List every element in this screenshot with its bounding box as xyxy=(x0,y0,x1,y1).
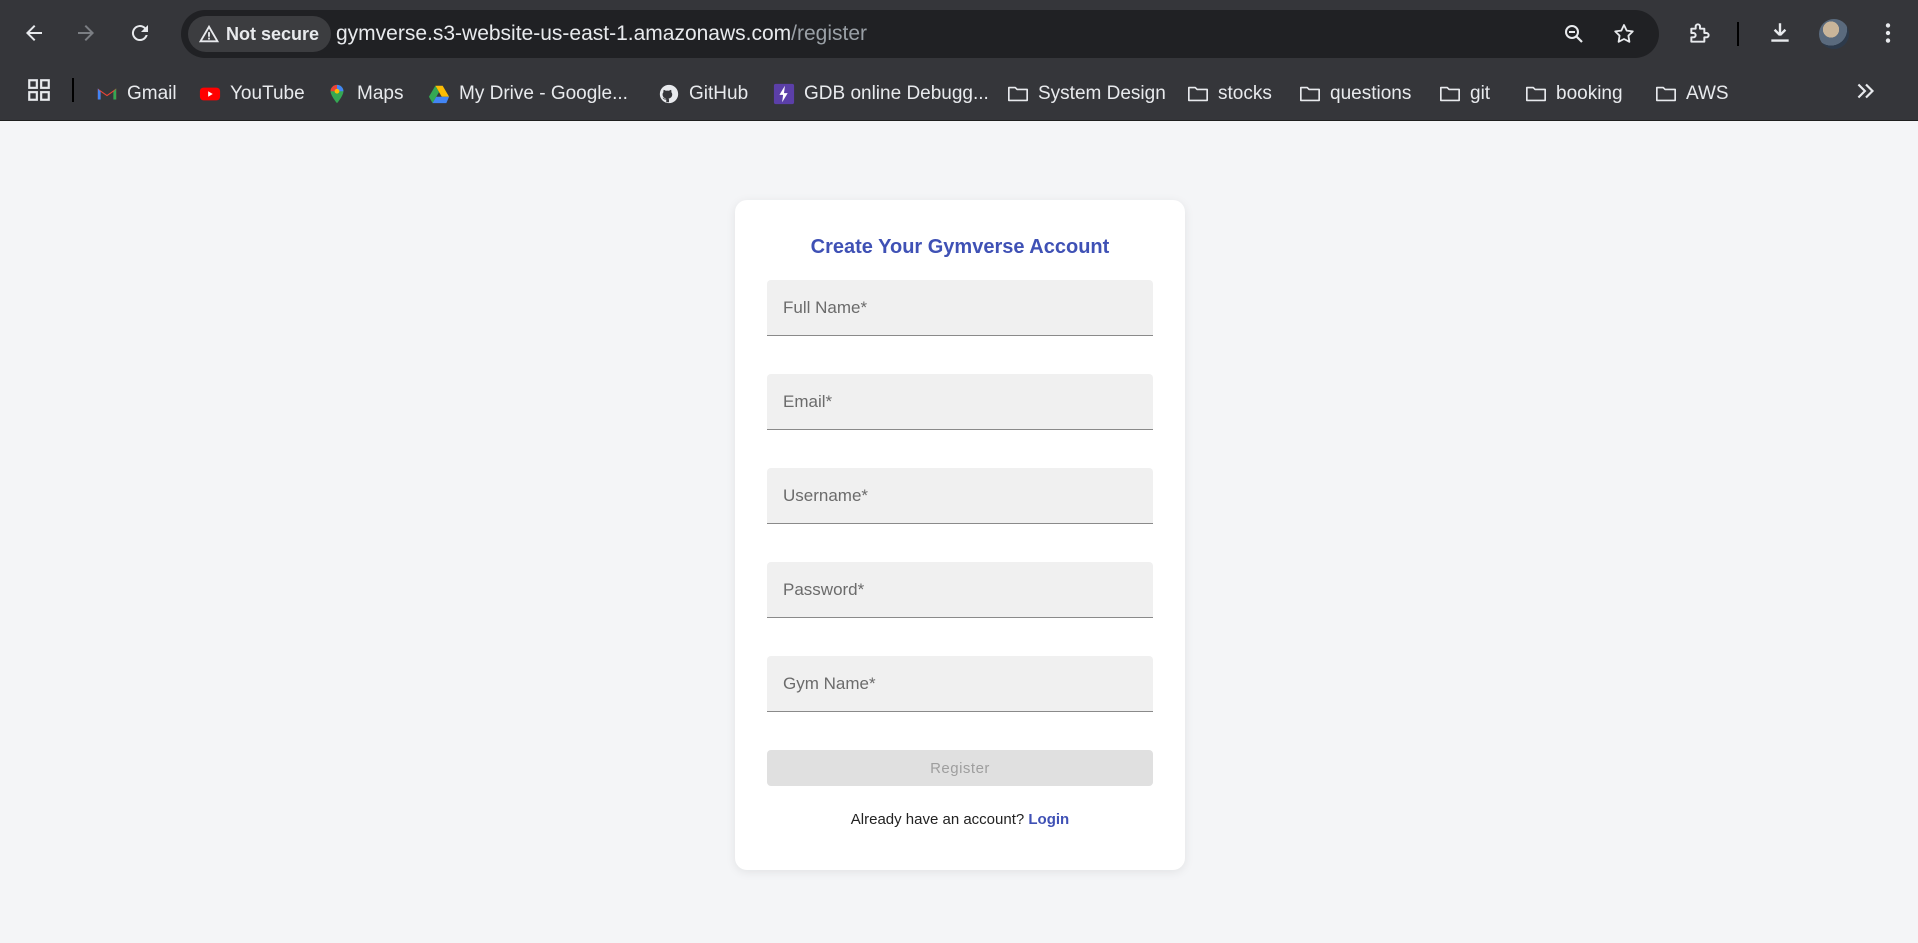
folder-icon xyxy=(1188,86,1208,102)
warning-icon xyxy=(198,24,220,43)
extensions-icon[interactable] xyxy=(1687,20,1713,46)
browser-toolbar: Not secure gymverse.s3-website-us-east-1… xyxy=(0,0,1918,67)
login-link[interactable]: Login xyxy=(1028,811,1069,828)
gym-name-input[interactable] xyxy=(767,656,1153,711)
bookmark-label: YouTube xyxy=(230,83,305,104)
bookmark-folder-git[interactable]: git xyxy=(1439,80,1490,108)
login-prompt-text: Already have an account? xyxy=(850,811,1025,828)
bookmark-label: Maps xyxy=(357,83,404,104)
password-field[interactable] xyxy=(767,562,1153,618)
url-text[interactable]: gymverse.s3-website-us-east-1.amazonaws.… xyxy=(336,22,867,46)
bookmark-label: git xyxy=(1470,83,1491,104)
bookmark-gmail[interactable]: Gmail xyxy=(96,80,177,108)
register-card: Create Your Gymverse Account Register Al… xyxy=(735,200,1185,870)
drive-icon xyxy=(428,85,450,104)
bookmark-folder-questions[interactable]: questions xyxy=(1299,80,1411,108)
username-input[interactable] xyxy=(767,468,1153,523)
folder-icon xyxy=(1656,86,1676,102)
back-icon xyxy=(26,25,42,41)
bookmark-folder-aws[interactable]: AWS xyxy=(1655,80,1729,108)
page-title: Create Your Gymverse Account xyxy=(810,236,1110,258)
back-button[interactable] xyxy=(14,13,54,53)
menu-icon[interactable] xyxy=(1875,20,1901,46)
github-icon xyxy=(659,84,679,104)
folder-icon xyxy=(1526,86,1546,102)
address-bar[interactable]: Not secure gymverse.s3-website-us-east-1… xyxy=(181,10,1659,58)
bookmark-label: AWS xyxy=(1686,83,1729,104)
bookmark-gdb-online[interactable]: GDB online Debugg... xyxy=(773,80,989,108)
bookmark-label: questions xyxy=(1330,83,1412,104)
username-field[interactable] xyxy=(767,468,1153,524)
star-icon[interactable] xyxy=(1612,22,1636,46)
toolbar-divider xyxy=(1737,22,1739,46)
full-name-field[interactable] xyxy=(767,280,1153,336)
full-name-input[interactable] xyxy=(767,280,1153,335)
login-prompt: Already have an account? Login xyxy=(735,811,1185,828)
url-path: /register xyxy=(791,22,868,45)
download-icon[interactable] xyxy=(1767,20,1793,46)
avatar[interactable] xyxy=(1819,19,1849,49)
page-content: Create Your Gymverse Account Register Al… xyxy=(0,121,1918,943)
youtube-icon xyxy=(199,87,221,101)
zoom-icon[interactable] xyxy=(1562,22,1586,46)
bookmark-label: GDB online Debugg... xyxy=(804,83,989,104)
security-chip[interactable]: Not secure xyxy=(188,16,332,52)
reload-button[interactable] xyxy=(120,13,160,53)
maps-icon xyxy=(330,84,344,104)
email-field[interactable] xyxy=(767,374,1153,430)
folder-icon xyxy=(1008,86,1028,102)
bookmark-label: Gmail xyxy=(127,83,177,104)
password-input[interactable] xyxy=(767,562,1153,617)
reload-icon xyxy=(131,25,148,42)
url-host: gymverse.s3-website-us-east-1.amazonaws.… xyxy=(336,22,792,45)
bookmark-label: GitHub xyxy=(689,83,749,104)
bookmark-my-drive[interactable]: My Drive - Google... xyxy=(428,80,628,108)
folder-icon xyxy=(1440,86,1460,102)
bookmark-maps[interactable]: Maps xyxy=(326,80,403,108)
forward-button[interactable] xyxy=(66,13,106,53)
bookmark-label: stocks xyxy=(1218,83,1272,104)
folder-icon xyxy=(1300,86,1320,102)
gym-name-field[interactable] xyxy=(767,656,1153,712)
bookmark-folder-booking[interactable]: booking xyxy=(1525,80,1623,108)
bookmark-label: booking xyxy=(1556,83,1623,104)
security-label: Not secure xyxy=(226,23,320,44)
bookmark-label: My Drive - Google... xyxy=(459,83,628,104)
register-button[interactable]: Register xyxy=(767,750,1153,786)
bookmark-youtube[interactable]: YouTube xyxy=(199,80,305,108)
gmail-icon xyxy=(97,88,117,100)
bookmarks-bar: Gmail YouTube Maps My Drive - Google... … xyxy=(0,67,1918,121)
browser-chrome: Not secure gymverse.s3-website-us-east-1… xyxy=(0,0,1918,121)
bookmark-label: System Design xyxy=(1038,83,1166,104)
chevron-double-right-icon[interactable] xyxy=(1853,78,1879,104)
bookmark-github[interactable]: GitHub xyxy=(658,80,748,108)
forward-icon xyxy=(78,25,94,41)
bookmark-folder-system-design[interactable]: System Design xyxy=(1007,80,1166,108)
bookmark-folder-stocks[interactable]: stocks xyxy=(1187,80,1272,108)
email-input[interactable] xyxy=(767,374,1153,429)
gdb-icon xyxy=(773,83,795,105)
